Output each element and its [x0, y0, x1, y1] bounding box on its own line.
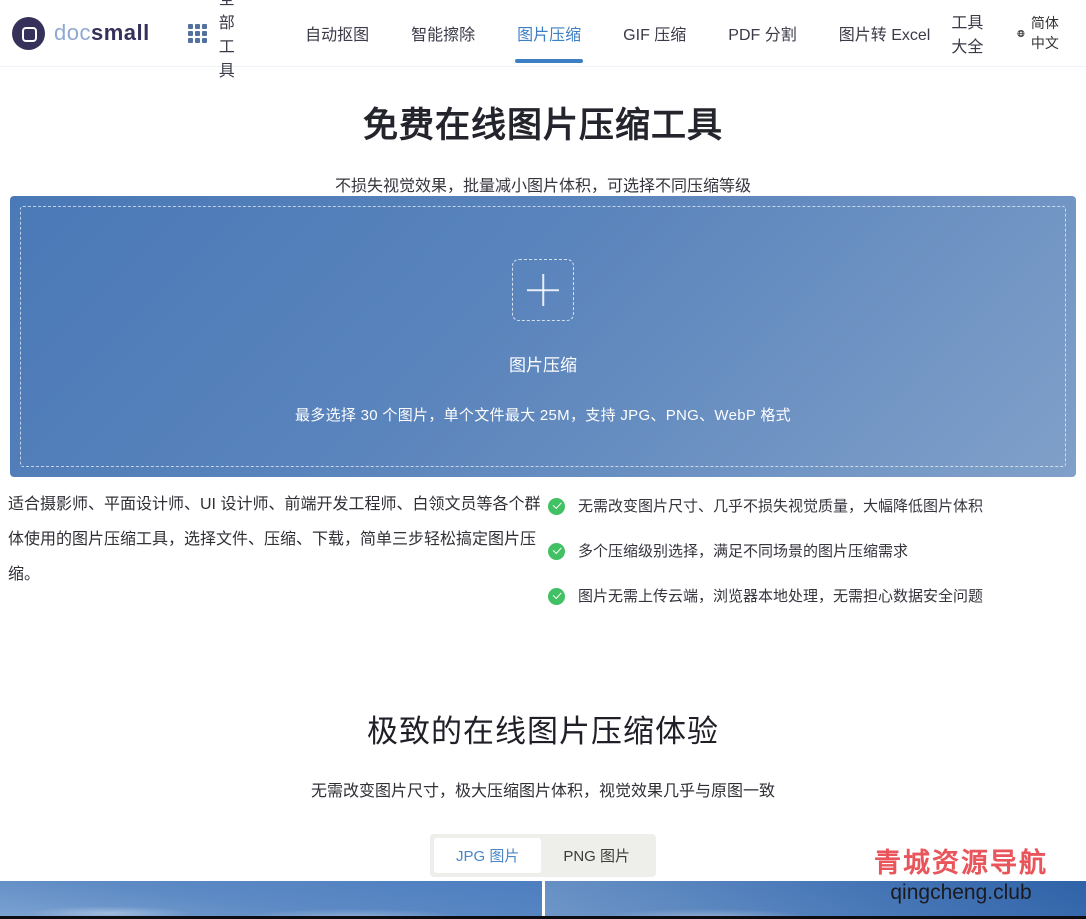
upload-hint: 最多选择 30 个图片，单个文件最大 25M，支持 JPG、PNG、WebP 格… — [295, 404, 791, 425]
language-label: 简体中文 — [1031, 13, 1060, 53]
main-nav: 自动抠图 智能擦除 图片压缩 GIF 压缩 PDF 分割 图片转 Excel — [284, 0, 951, 66]
nav-item-gif-compress[interactable]: GIF 压缩 — [623, 0, 686, 66]
nav-item-smart-erase[interactable]: 智能擦除 — [411, 0, 475, 66]
globe-icon — [1017, 26, 1025, 41]
nav-item-auto-cutout[interactable]: 自动抠图 — [305, 0, 369, 66]
feature-item: 图片无需上传云端，浏览器本地处理，无需担心数据安全问题 — [548, 587, 983, 607]
grid-icon — [188, 24, 207, 43]
hero-section: 免费在线图片压缩工具 不损失视觉效果，批量减小图片体积，可选择不同压缩等级 — [0, 97, 1086, 196]
format-tab-switch: JPG 图片 PNG 图片 — [430, 834, 656, 877]
features-section: 适合摄影师、平面设计师、UI 设计师、前端开发工程师、白领文员等各个群体使用的图… — [8, 487, 1078, 632]
comparison-image-original — [0, 881, 542, 919]
feature-text: 无需改变图片尺寸、几乎不损失视觉质量，大幅降低图片体积 — [578, 497, 983, 517]
nav-item-image-compress[interactable]: 图片压缩 — [517, 0, 581, 66]
plus-icon[interactable] — [512, 259, 574, 321]
upload-label: 图片压缩 — [509, 351, 577, 376]
check-icon — [548, 498, 565, 515]
feature-item: 多个压缩级别选择，满足不同场景的图片压缩需求 — [548, 542, 983, 562]
upload-dashed-area: 图片压缩 最多选择 30 个图片，单个文件最大 25M，支持 JPG、PNG、W… — [20, 206, 1066, 467]
tab-jpg[interactable]: JPG 图片 — [434, 838, 541, 873]
logo-icon — [12, 17, 45, 50]
feature-list: 无需改变图片尺寸、几乎不损失视觉质量，大幅降低图片体积 多个压缩级别选择，满足不… — [548, 487, 983, 632]
feature-text: 多个压缩级别选择，满足不同场景的图片压缩需求 — [578, 542, 908, 562]
feature-text: 图片无需上传云端，浏览器本地处理，无需担心数据安全问题 — [578, 587, 983, 607]
nav-item-pdf-split[interactable]: PDF 分割 — [728, 0, 796, 66]
tools-all-link[interactable]: 工具大全 — [951, 9, 987, 57]
upload-dropzone[interactable]: 图片压缩 最多选择 30 个图片，单个文件最大 25M，支持 JPG、PNG、W… — [10, 196, 1076, 477]
logo-small: small — [91, 20, 150, 45]
watermark-domain: qingcheng.club — [874, 881, 1048, 905]
site-watermark: 青城资源导航 qingcheng.club — [874, 841, 1048, 905]
page-title: 免费在线图片压缩工具 — [0, 97, 1086, 148]
experience-subtitle: 无需改变图片尺寸，极大压缩图片体积，视觉效果几乎与原图一致 — [0, 777, 1086, 801]
header: docsmall 全部工具 自动抠图 智能擦除 图片压缩 GIF 压缩 PDF … — [0, 0, 1086, 67]
page-subtitle: 不损失视觉效果，批量减小图片体积，可选择不同压缩等级 — [0, 172, 1086, 196]
logo-text: docsmall — [54, 20, 150, 46]
feature-description: 适合摄影师、平面设计师、UI 设计师、前端开发工程师、白领文员等各个群体使用的图… — [8, 487, 542, 632]
experience-title: 极致的在线图片压缩体验 — [0, 706, 1086, 751]
logo[interactable]: docsmall — [12, 17, 150, 50]
feature-item: 无需改变图片尺寸、几乎不损失视觉质量，大幅降低图片体积 — [548, 497, 983, 517]
nav-item-image-to-excel[interactable]: 图片转 Excel — [839, 0, 931, 66]
check-icon — [548, 543, 565, 560]
all-tools-menu[interactable]: 全部工具 — [188, 0, 248, 81]
watermark-title: 青城资源导航 — [874, 841, 1048, 880]
header-right: 工具大全 简体中文 — [951, 9, 1060, 57]
logo-doc: doc — [54, 20, 91, 45]
tab-png[interactable]: PNG 图片 — [541, 838, 652, 873]
language-switch[interactable]: 简体中文 — [1017, 13, 1060, 53]
check-icon — [548, 588, 565, 605]
all-tools-label: 全部工具 — [219, 0, 248, 81]
